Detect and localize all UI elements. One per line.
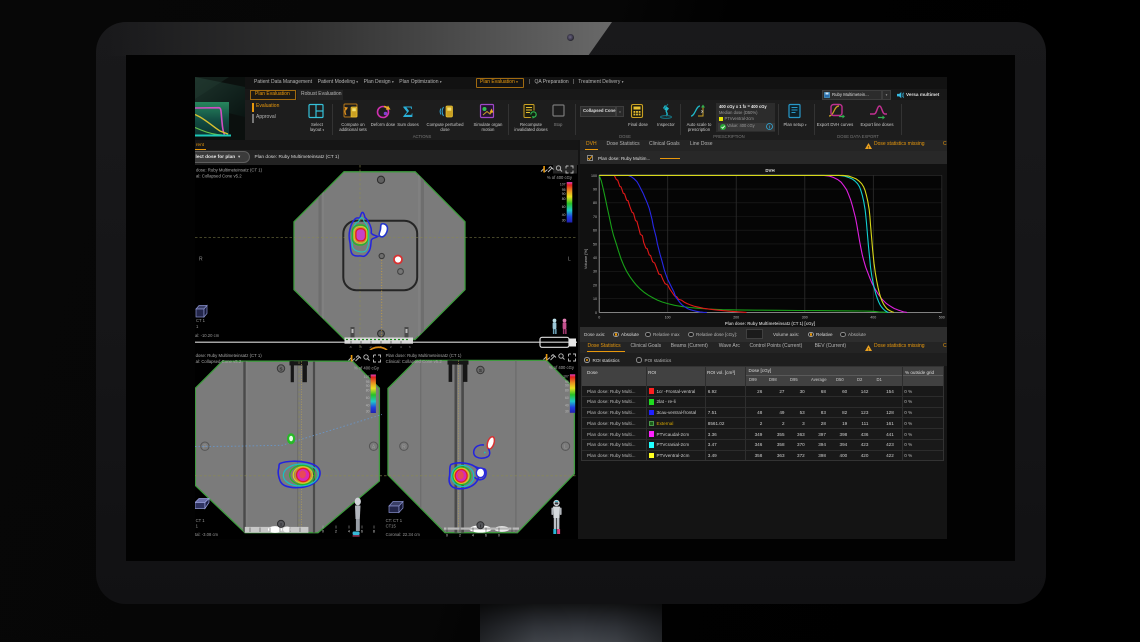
- svg-text:Coronal: 22.34 cm: Coronal: 22.34 cm: [386, 532, 421, 537]
- svg-text:1: 1: [196, 324, 199, 329]
- svg-text:30: 30: [565, 409, 569, 413]
- svg-text:al: Collapsed Cone v5.2: al: Collapsed Cone v5.2: [196, 359, 242, 364]
- svg-text:90: 90: [565, 384, 569, 388]
- svg-text:6: 6: [485, 534, 487, 538]
- svg-text:Volume [%]: Volume [%]: [583, 249, 588, 269]
- svg-text:80: 80: [562, 197, 566, 201]
- svg-text:0: 0: [446, 534, 448, 538]
- svg-text:0: 0: [595, 311, 597, 315]
- svg-text:40: 40: [562, 213, 566, 217]
- svg-text:107: 107: [560, 183, 566, 187]
- svg-text:0: 0: [322, 530, 324, 534]
- svg-text:70: 70: [593, 215, 597, 219]
- svg-text:500: 500: [939, 316, 945, 320]
- svg-text:Clinical: Collapsed Cone v5.2: Clinical: Collapsed Cone v5.2: [386, 359, 443, 364]
- svg-text:6: 6: [361, 530, 363, 534]
- svg-text:L: L: [568, 257, 571, 263]
- svg-text:90: 90: [593, 188, 597, 192]
- svg-text:4: 4: [348, 530, 350, 534]
- svg-text:60: 60: [562, 205, 566, 209]
- svg-text:10: 10: [593, 297, 597, 301]
- svg-text:CT15: CT15: [386, 524, 397, 529]
- svg-text:2: 2: [390, 345, 392, 349]
- svg-text:x: x: [701, 109, 704, 115]
- svg-text:90: 90: [366, 384, 370, 388]
- svg-text:30: 30: [562, 219, 566, 223]
- svg-text:60: 60: [593, 229, 597, 233]
- svg-text:0: 0: [598, 316, 600, 320]
- svg-text:dose: Ruby Multimeteinsatz (CT: dose: Ruby Multimeteinsatz (CT 1): [196, 168, 263, 173]
- svg-text:DVH: DVH: [765, 168, 774, 173]
- svg-text:L: L: [564, 444, 567, 450]
- svg-text:40: 40: [593, 256, 597, 260]
- svg-text:80: 80: [593, 201, 597, 205]
- svg-text:1: 1: [196, 524, 199, 529]
- svg-text:S: S: [279, 367, 282, 372]
- svg-text:2: 2: [335, 530, 337, 534]
- svg-text:80: 80: [565, 388, 569, 392]
- svg-text:80: 80: [366, 389, 370, 393]
- svg-text:107: 107: [364, 375, 370, 379]
- svg-text:R: R: [402, 444, 406, 450]
- svg-text:% of 400 cGy: % of 400 cGy: [547, 175, 573, 180]
- svg-text:R: R: [199, 257, 203, 263]
- svg-text:100: 100: [665, 316, 671, 320]
- svg-text:60: 60: [366, 396, 370, 400]
- svg-text:300: 300: [802, 316, 808, 320]
- svg-text:!: !: [868, 346, 869, 351]
- svg-text:Σ: Σ: [403, 104, 413, 120]
- svg-text:al: -10.20 cm: al: -10.20 cm: [195, 333, 220, 338]
- svg-text:8: 8: [373, 530, 375, 534]
- svg-text:60: 60: [565, 396, 569, 400]
- svg-text:CT 1: CT 1: [196, 318, 206, 323]
- svg-text:dose: Ruby Multimeteinsatz (CT: dose: Ruby Multimeteinsatz (CT 1): [196, 353, 263, 358]
- svg-text:!: !: [868, 144, 869, 149]
- svg-text:50: 50: [593, 242, 597, 246]
- svg-text:107: 107: [563, 375, 569, 379]
- svg-text:tal: -3.08 cm: tal: -3.08 cm: [195, 532, 219, 537]
- svg-text:CT 1: CT 1: [196, 518, 206, 523]
- svg-text:-6: -6: [349, 345, 352, 349]
- svg-text:2: 2: [459, 534, 461, 538]
- svg-text:I: I: [280, 522, 281, 527]
- svg-text:0: 0: [498, 534, 500, 538]
- svg-text:% of 400 cGy: % of 400 cGy: [549, 365, 575, 370]
- svg-text:30: 30: [366, 410, 370, 414]
- svg-text:I: I: [480, 523, 481, 528]
- svg-text:6: 6: [409, 345, 411, 349]
- svg-text:% of 400 cGy: % of 400 cGy: [354, 366, 380, 371]
- svg-text:30: 30: [593, 270, 597, 274]
- svg-text:4: 4: [400, 345, 402, 349]
- svg-text:-4: -4: [359, 345, 362, 349]
- svg-text:40: 40: [565, 403, 569, 407]
- svg-text:Plan dose: Ruby Multimeteinsat: Plan dose: Ruby Multimeteinsatz (CT 1): [386, 353, 462, 358]
- svg-text:i: i: [769, 124, 770, 129]
- svg-text:S: S: [479, 368, 482, 373]
- svg-text:400: 400: [870, 316, 876, 320]
- svg-text:al: Collapsed Cone v5.2: al: Collapsed Cone v5.2: [196, 174, 242, 179]
- svg-text:20: 20: [593, 283, 597, 287]
- svg-text:90: 90: [562, 192, 566, 196]
- svg-text:200: 200: [733, 316, 739, 320]
- svg-text:Plan dose: Ruby Multimeteinsat: Plan dose: Ruby Multimeteinsatz (CT 1) […: [725, 321, 816, 326]
- svg-text:100: 100: [591, 174, 597, 178]
- svg-text:4: 4: [472, 534, 474, 538]
- svg-text:CT: CT 1: CT: CT 1: [386, 518, 403, 523]
- svg-text:40: 40: [366, 404, 370, 408]
